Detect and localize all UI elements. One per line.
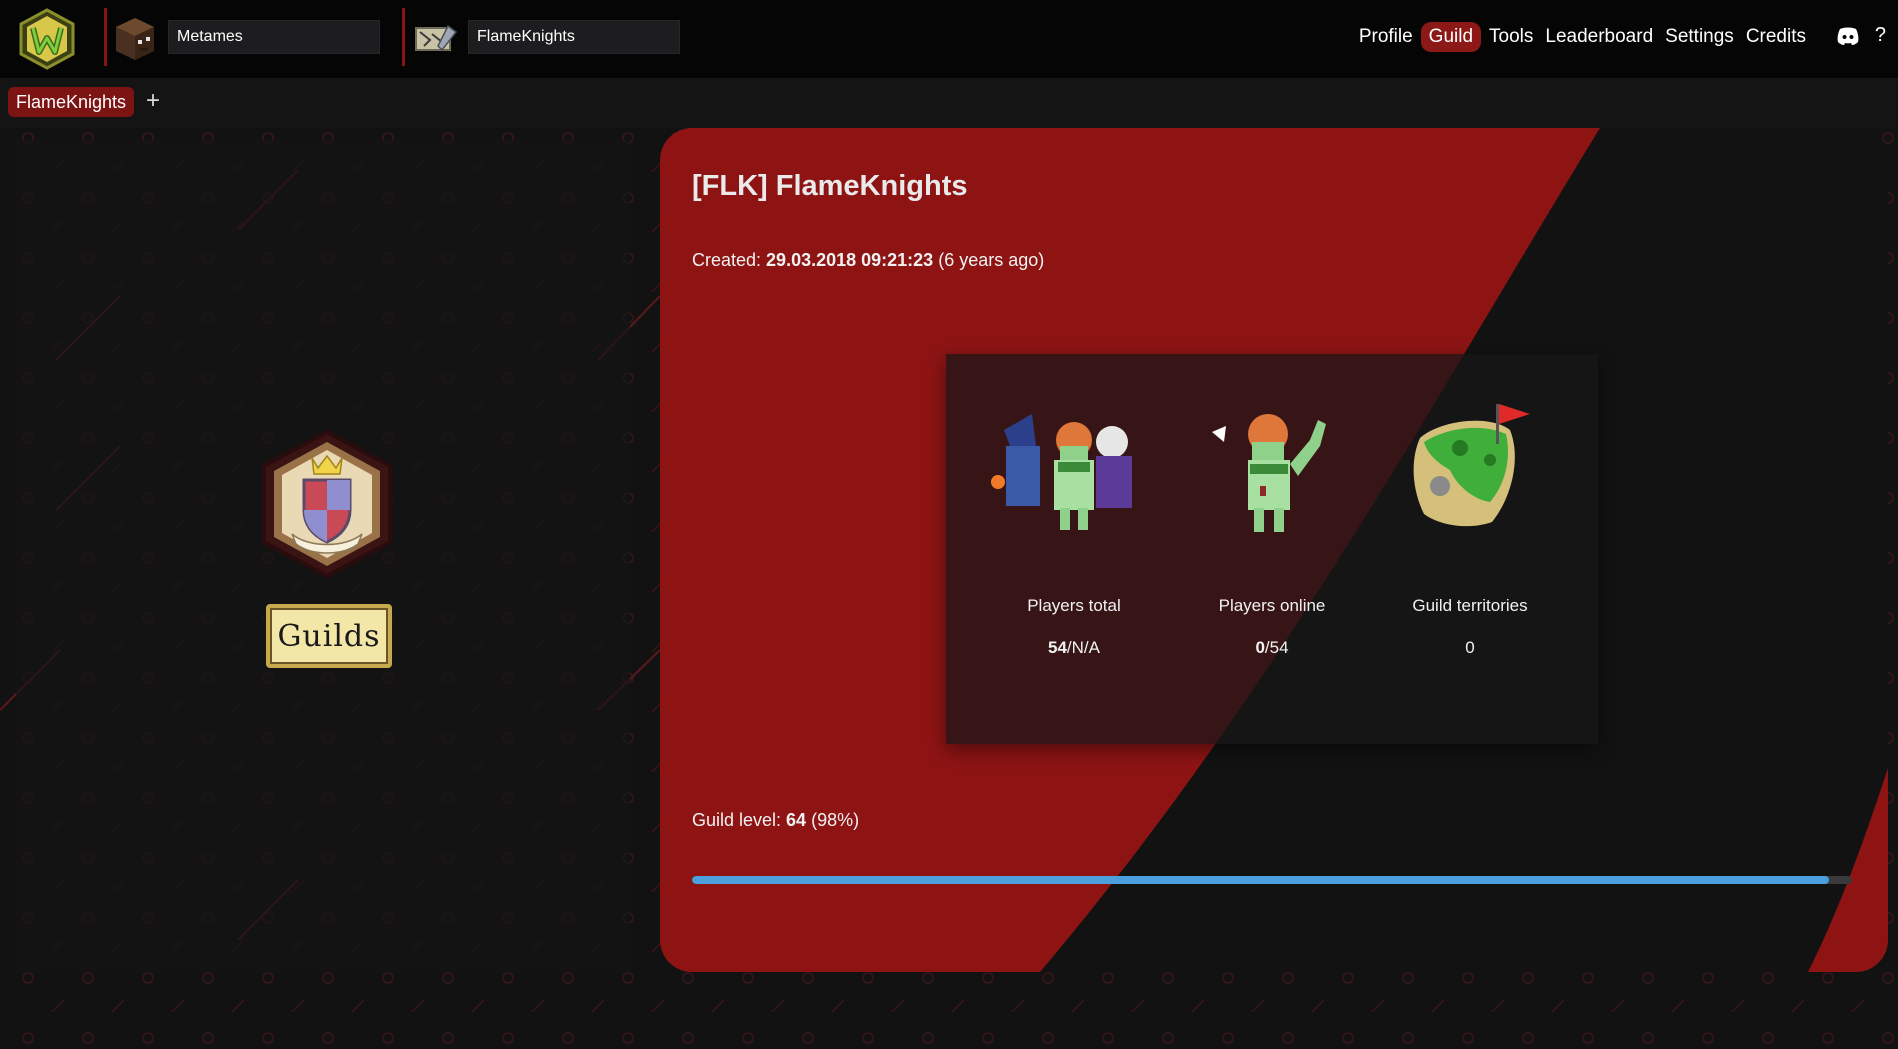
guild-level-progress-bar [692, 876, 1852, 884]
separator [402, 8, 405, 66]
stat-value-rest: 0 [1465, 638, 1475, 657]
territory-map-flag-icon [1413, 404, 1530, 527]
guild-title: [FLK] FlameKnights [692, 170, 968, 202]
guild-crest-icon [262, 429, 392, 579]
stat-label: Guild territories [1412, 596, 1528, 615]
tab-bar: FlameKnights + [0, 78, 1898, 128]
nav-settings[interactable]: Settings [1661, 22, 1738, 52]
created-label: Created: [692, 250, 767, 270]
nav-credits[interactable]: Credits [1742, 22, 1810, 52]
nav-guild[interactable]: Guild [1420, 22, 1482, 52]
guild-level-value: 64 [786, 810, 807, 830]
nav-tools[interactable]: Tools [1485, 22, 1537, 52]
stat-value-rest: /54 [1264, 638, 1289, 657]
created-date: 29.03.2018 09:21:23 [766, 250, 934, 270]
adventurers-group-icon [991, 414, 1132, 530]
guild-level-label: Guild level: [692, 810, 787, 830]
guild-level-progress-fill [692, 876, 1829, 884]
stat-value-rest: /N/A [1066, 638, 1100, 657]
stat-value: 54/N/A [974, 638, 1174, 658]
guild-level-percent: (98%) [806, 810, 860, 830]
guild-search-input[interactable] [468, 20, 680, 54]
guild-level: Guild level: 64 (98%) [692, 810, 859, 831]
waving-adventurer-icon [1212, 414, 1326, 532]
guilds-sign: Guilds [266, 604, 392, 668]
player-avatar-icon [116, 18, 154, 60]
stat-label: Players online [1218, 596, 1326, 615]
discord-icon[interactable] [1836, 26, 1860, 46]
help-icon[interactable]: ? [1875, 24, 1886, 47]
stat-label: Players total [1027, 596, 1121, 615]
top-bar: Profile Guild Tools Leaderboard Settings… [0, 0, 1898, 78]
stats-box: Players total 54/N/A Players online 0/54 [946, 354, 1598, 744]
created-info: Created: 29.03.2018 09:21:23 (6 years ag… [692, 250, 1044, 271]
app-logo-icon[interactable] [16, 8, 78, 70]
nav-profile[interactable]: Profile [1355, 22, 1417, 52]
stat-value-bold: 0 [1255, 638, 1265, 657]
stat-value-bold: 54 [1048, 638, 1067, 657]
created-ago: (6 years ago) [933, 250, 1045, 270]
tab-flameknights[interactable]: FlameKnights [8, 87, 135, 117]
guild-banner-icon [415, 24, 458, 52]
guild-card: [FLK] FlameKnights Created: 29.03.2018 0… [660, 128, 1888, 972]
separator [104, 8, 107, 66]
stat-value: 0 [1370, 638, 1570, 658]
main-nav: Profile Guild Tools Leaderboard Settings… [1355, 22, 1810, 52]
add-tab-button[interactable]: + [146, 86, 160, 116]
stat-value: 0/54 [1172, 638, 1372, 658]
player-search-input[interactable] [168, 20, 380, 54]
nav-leaderboard[interactable]: Leaderboard [1541, 22, 1657, 52]
